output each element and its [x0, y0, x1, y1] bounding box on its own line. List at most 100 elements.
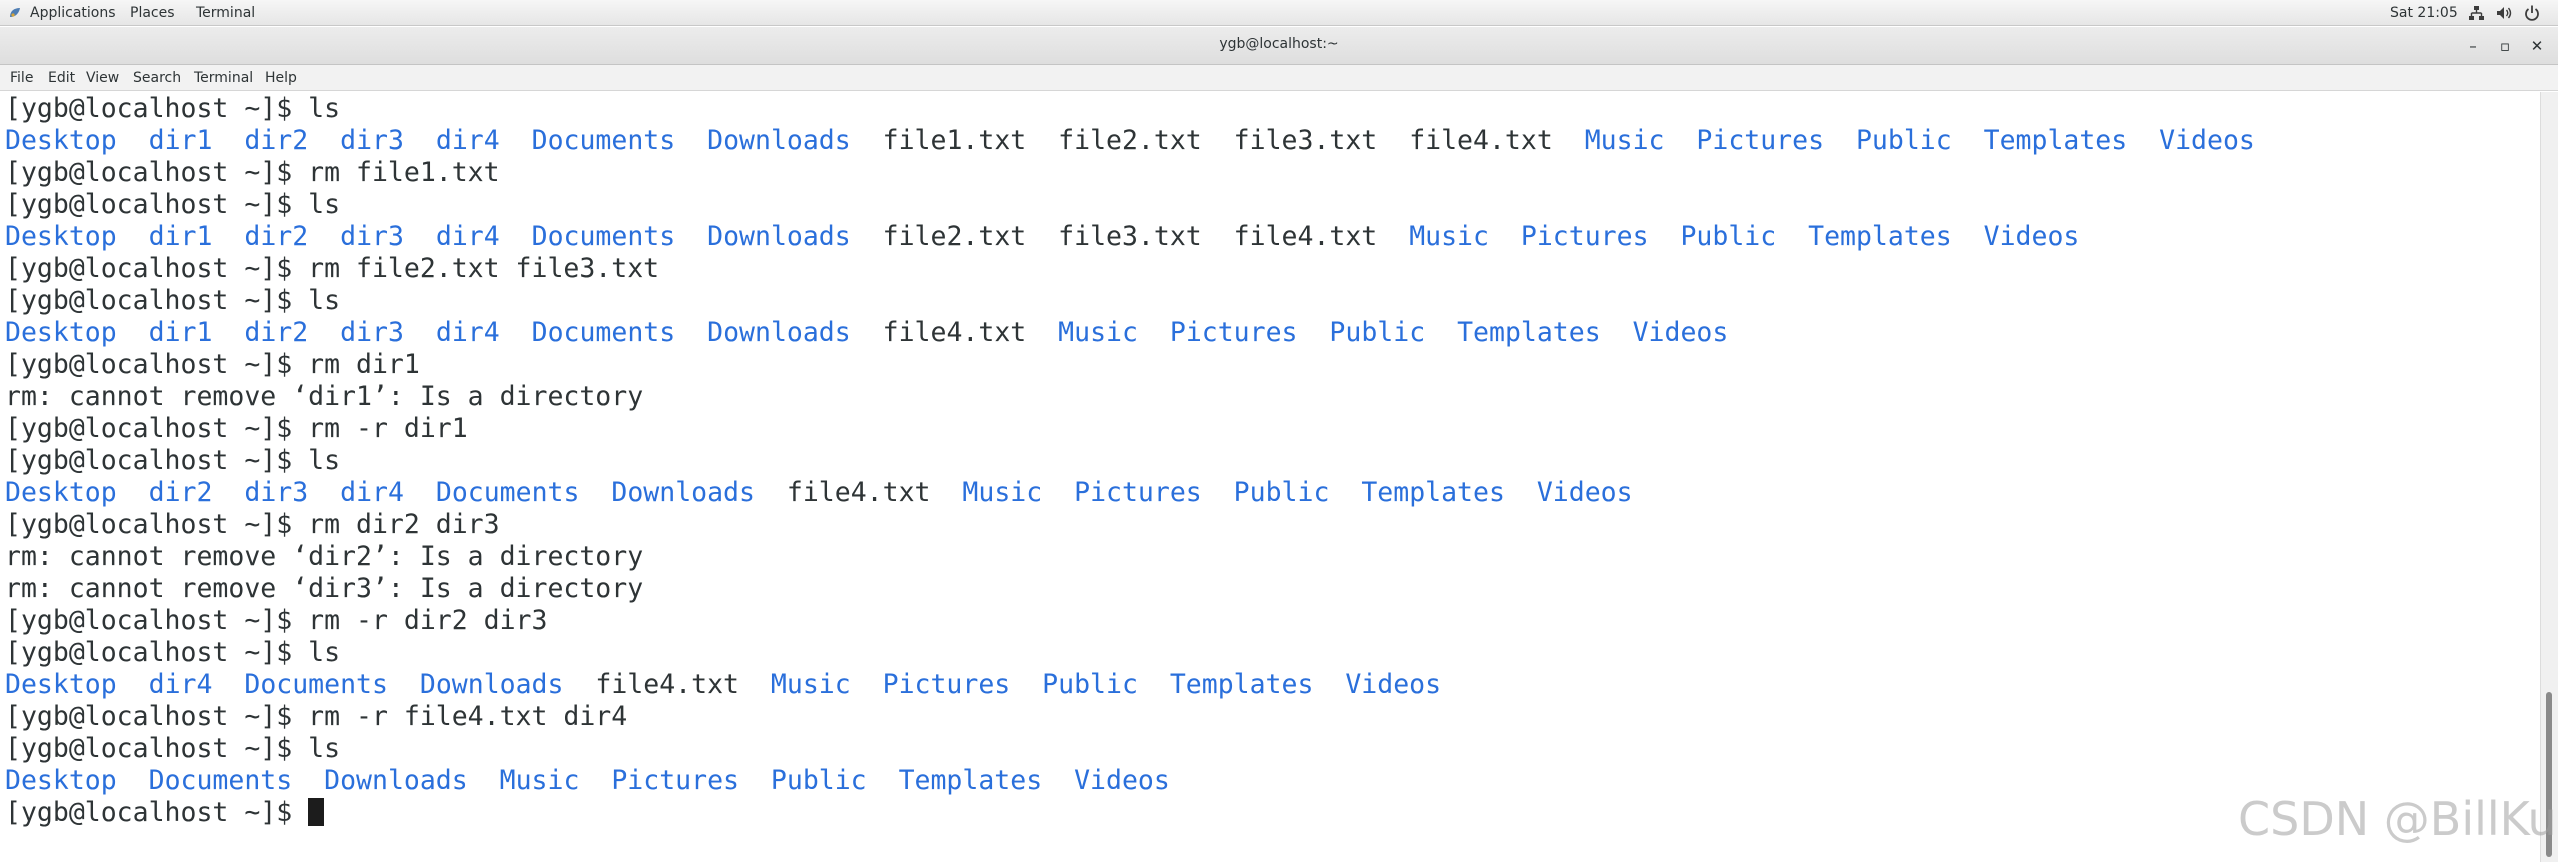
command-line-text: [ygb@localhost ~]$ rm -r dir2 dir3 — [5, 605, 548, 636]
directory-entry: dir3 — [340, 125, 404, 156]
directory-entry: Templates — [1808, 221, 1952, 252]
ls-output-line: Desktop Documents Downloads Music Pictur… — [5, 765, 1170, 797]
menu-terminal[interactable]: Terminal — [194, 68, 253, 88]
directory-entry: Templates — [1983, 125, 2128, 156]
directory-entry: Downloads — [324, 765, 468, 796]
directory-entry: dir4 — [435, 221, 500, 252]
command-line-text: [ygb@localhost ~]$ ls — [5, 189, 341, 220]
ls-output-line: Desktop dir1 dir2 dir3 dir4 Documents Do… — [5, 221, 2079, 253]
file-entry: file2.txt — [882, 221, 1027, 252]
gnome-top-bar: Applications Places Terminal Sat 21:05 — [0, 0, 2558, 26]
file-entry: file4.txt — [595, 669, 739, 700]
command-line-text: [ygb@localhost ~]$ rm dir2 dir3 — [5, 509, 500, 540]
maximize-button[interactable]: ▫ — [2494, 35, 2516, 57]
directory-entry: Templates — [1361, 477, 1505, 508]
directory-entry: Public — [1855, 125, 1952, 156]
directory-entry: dir1 — [148, 221, 213, 252]
command-line-text: [ygb@localhost ~]$ rm dir1 — [5, 349, 420, 380]
menu-view[interactable]: View — [86, 68, 119, 88]
directory-entry: dir2 — [244, 317, 309, 348]
command-line: [ygb@localhost ~]$ ls — [5, 189, 340, 221]
directory-entry: Templates — [898, 765, 1043, 796]
directory-entry: Music — [499, 765, 580, 796]
error-output-text: rm: cannot remove ‘dir1’: Is a directory — [5, 381, 644, 412]
directory-entry: Public — [1329, 317, 1426, 348]
directory-entry: Pictures — [882, 669, 1011, 700]
file-entry: file4.txt — [786, 477, 931, 508]
window-titlebar[interactable]: ygb@localhost:~ – ▫ ✕ — [0, 27, 2558, 65]
power-icon[interactable] — [2522, 3, 2542, 23]
directory-entry: dir1 — [148, 317, 213, 348]
output-line: rm: cannot remove ‘dir3’: Is a directory — [5, 573, 643, 605]
command-line-text: [ygb@localhost ~]$ rm file2.txt file3.tx… — [5, 253, 660, 284]
output-line: rm: cannot remove ‘dir2’: Is a directory — [5, 541, 643, 573]
directory-entry: dir4 — [435, 317, 500, 348]
directory-entry: Templates — [1457, 317, 1601, 348]
directory-entry: Videos — [2159, 125, 2255, 156]
file-entry: file3.txt — [1058, 221, 1202, 252]
menu-help[interactable]: Help — [265, 68, 297, 88]
close-button[interactable]: ✕ — [2526, 35, 2548, 57]
ls-output-line: Desktop dir1 dir2 dir3 dir4 Documents Do… — [5, 317, 1728, 349]
command-line-text: [ygb@localhost ~]$ ls — [5, 733, 341, 764]
watermark: CSDN @BillKu — [2238, 792, 2557, 846]
command-line-text: [ygb@localhost ~]$ rm -r dir1 — [5, 413, 468, 444]
directory-entry: Downloads — [419, 669, 564, 700]
menu-edit[interactable]: Edit — [48, 68, 75, 88]
directory-entry: Pictures — [1074, 477, 1202, 508]
minimize-button[interactable]: – — [2462, 35, 2484, 57]
command-line: [ygb@localhost ~]$ rm -r dir2 dir3 — [5, 605, 547, 637]
command-line: [ygb@localhost ~]$ rm file1.txt — [5, 157, 500, 189]
applications-icon — [10, 8, 20, 17]
command-line-text: [ygb@localhost ~]$ rm -r file4.txt dir4 — [5, 701, 628, 732]
volume-icon[interactable] — [2494, 3, 2514, 23]
directory-entry: Templates — [1169, 669, 1314, 700]
error-output-text: rm: cannot remove ‘dir2’: Is a directory — [5, 541, 644, 572]
terminal-scrollbar[interactable] — [2540, 92, 2558, 862]
directory-entry: Documents — [531, 221, 676, 252]
applications-menu[interactable]: Applications — [30, 3, 116, 23]
command-line: [ygb@localhost ~]$ rm -r file4.txt dir4 — [5, 701, 627, 733]
clock[interactable]: Sat 21:05 — [2390, 3, 2458, 23]
directory-entry: dir3 — [340, 317, 404, 348]
command-line: [ygb@localhost ~]$ rm dir1 — [5, 349, 420, 381]
directory-entry: Documents — [244, 669, 388, 700]
file-entry: file4.txt — [882, 317, 1027, 348]
error-output-text: rm: cannot remove ‘dir3’: Is a directory — [5, 573, 644, 604]
directory-entry: dir2 — [244, 221, 309, 252]
directory-entry: Music — [962, 477, 1043, 508]
directory-entry: Music — [770, 669, 851, 700]
directory-entry: Public — [1680, 221, 1777, 252]
ls-output-line: Desktop dir4 Documents Downloads file4.t… — [5, 669, 1441, 701]
directory-entry: Public — [1233, 477, 1330, 508]
directory-entry: Documents — [148, 765, 293, 796]
menu-search[interactable]: Search — [133, 68, 181, 88]
directory-entry: dir3 — [340, 221, 404, 252]
command-line: [ygb@localhost ~]$ rm dir2 dir3 — [5, 509, 500, 541]
directory-entry: Pictures — [1520, 221, 1649, 252]
window-title: ygb@localhost:~ — [1219, 36, 1339, 52]
network-icon[interactable] — [2466, 3, 2486, 23]
menu-file[interactable]: File — [10, 68, 33, 88]
command-line: [ygb@localhost ~]$ ls — [5, 445, 340, 477]
command-line: [ygb@localhost ~]$ ls — [5, 285, 340, 317]
directory-entry: dir2 — [244, 125, 309, 156]
directory-entry: Pictures — [611, 765, 739, 796]
places-menu[interactable]: Places — [130, 3, 175, 23]
terminal-output[interactable]: [ygb@localhost ~]$ ls Desktop dir1 dir2 d… — [0, 92, 2540, 862]
command-line: [ygb@localhost ~]$ ls — [5, 637, 340, 669]
directory-entry: Videos — [1983, 221, 2080, 252]
directory-entry: Pictures — [1169, 317, 1298, 348]
directory-entry: Desktop — [5, 477, 117, 508]
directory-entry: Videos — [1536, 477, 1633, 508]
directory-entry: dir2 — [148, 477, 213, 508]
prompt-text: [ygb@localhost ~]$ — [5, 797, 309, 828]
command-line-text: [ygb@localhost ~]$ ls — [5, 637, 341, 668]
terminal-app-menu[interactable]: Terminal — [196, 3, 255, 23]
ls-output-line: Desktop dir2 dir3 dir4 Documents Downloa… — [5, 477, 1633, 509]
directory-entry: Desktop — [5, 669, 117, 700]
output-line: rm: cannot remove ‘dir1’: Is a directory — [5, 381, 643, 413]
file-entry: file2.txt — [1058, 125, 1202, 156]
directory-entry: Public — [770, 765, 867, 796]
directory-entry: dir1 — [148, 125, 213, 156]
